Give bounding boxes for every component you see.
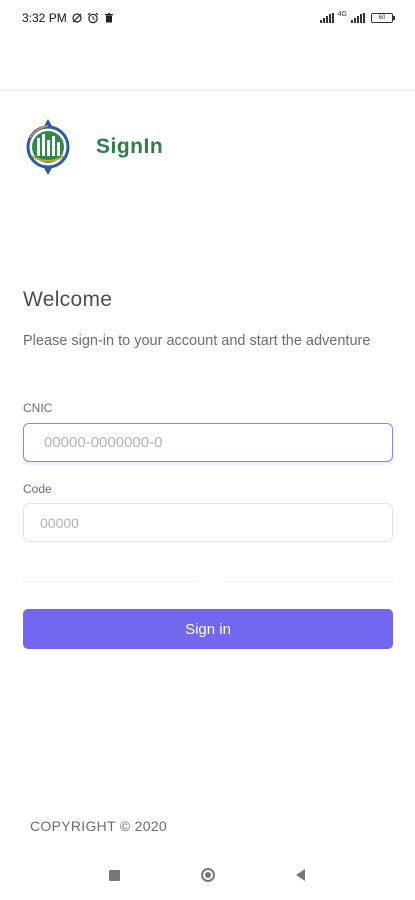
status-left: 3:32 PM [22, 11, 115, 25]
status-time: 3:32 PM [22, 11, 67, 25]
code-input[interactable] [23, 503, 393, 542]
cnic-label: CNIC [23, 401, 53, 415]
signal-icon [351, 13, 365, 23]
copyright-text: COPYRIGHT © 2020 [30, 818, 168, 834]
welcome-heading: Welcome [23, 288, 113, 311]
home-icon[interactable] [197, 864, 219, 886]
divider [23, 581, 198, 582]
header-divider [0, 90, 415, 91]
page-title: SignIn [96, 135, 164, 158]
welcome-subtitle: Please sign-in to your account and start… [23, 333, 371, 349]
brand-header: SignIn [22, 118, 163, 176]
back-icon[interactable] [289, 864, 311, 886]
signal-icon [319, 13, 334, 23]
sign-in-button[interactable]: Sign in [23, 609, 393, 649]
divider [225, 581, 393, 582]
trash-icon [103, 12, 115, 24]
cnic-input[interactable] [23, 423, 393, 462]
sync-off-icon [71, 12, 83, 24]
status-bar: 3:32 PM 4G 60 [0, 0, 415, 36]
organization-logo-icon [22, 118, 74, 176]
status-right: 4G 60 [319, 10, 395, 23]
network-type-label: 4G [337, 10, 347, 18]
battery-icon: 60 [371, 13, 395, 23]
alarm-icon [87, 12, 99, 24]
navigation-bar [0, 850, 415, 900]
recent-apps-icon[interactable] [103, 864, 125, 886]
code-label: Code [23, 482, 52, 496]
